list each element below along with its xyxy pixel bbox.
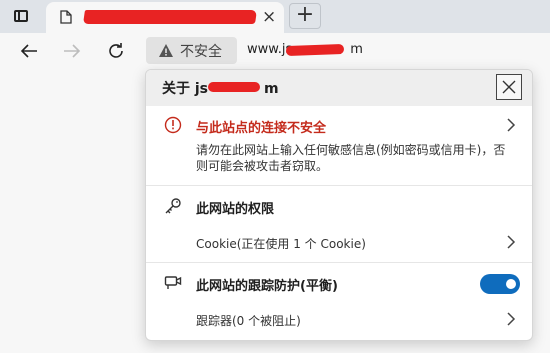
url-redaction [285,43,345,57]
title-redaction [208,82,260,92]
tab-title [84,10,264,26]
key-icon [165,198,181,214]
toolbar: 不安全 www.js m [0,33,550,68]
trackers-label: 跟踪器(0 个被阻止) [196,314,301,328]
tab-strip: × + [0,0,550,33]
close-icon [502,80,516,94]
cookie-label: Cookie(正在使用 1 个 Cookie) [196,237,366,251]
permissions-title: 此网站的权限 [196,202,275,217]
tracking-camera-icon [164,276,182,289]
connection-warning-body: 请勿在此网站上输入任何敏感信息(例如密码或信用卡)，否则可能会被攻击者窃取。 [196,143,506,173]
forward-arrow-icon [64,44,81,58]
site-security-button[interactable]: 不安全 [146,37,237,64]
reload-button[interactable] [103,38,129,64]
chevron-right-icon [507,118,516,132]
chevron-right-icon [507,235,516,249]
connection-warning-title: 与此站点的连接不安全 [196,121,327,136]
tab-close-button[interactable]: × [262,9,276,26]
back-button[interactable] [16,38,42,64]
url-suffix: m [350,42,363,57]
tab-actions-button[interactable] [9,5,33,27]
tracking-toggle[interactable] [480,274,520,294]
tab-actions-icon [14,10,28,22]
forward-button[interactable] [59,38,85,64]
security-label: 不安全 [180,43,222,60]
site-info-flyout: 关于 js m 与此站点的连接不安全 请勿在此网站上输入任何敏感信息(例如密码或信… [145,69,533,341]
divider [146,185,532,186]
info-circle-icon [164,116,182,134]
tracking-title: 此网站的跟踪防护(平衡) [196,279,338,294]
close-button[interactable] [496,74,522,100]
flyout-header: 关于 js m [146,70,532,106]
flyout-title-prefix: 关于 js [162,81,209,97]
toggle-knob [506,279,516,289]
chevron-right-icon [507,312,516,326]
flyout-title-suffix: m [264,81,279,97]
back-arrow-icon [20,44,37,58]
warning-triangle-icon [159,43,173,57]
page-icon [60,10,72,24]
reload-icon [109,43,123,58]
active-tab[interactable]: × [46,2,284,33]
new-tab-button[interactable]: + [289,3,321,29]
divider [146,262,532,263]
